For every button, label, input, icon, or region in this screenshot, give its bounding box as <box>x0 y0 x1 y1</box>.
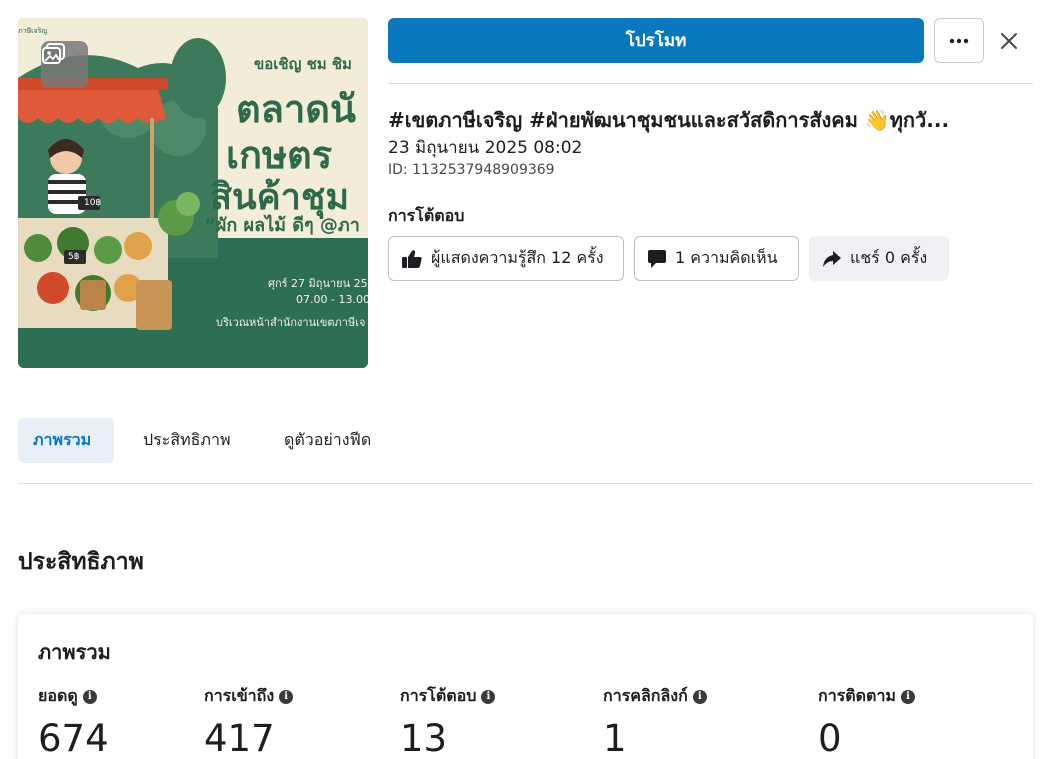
thumbnail-invite-text: ขอเชิญ ชม ชิม <box>254 55 352 73</box>
metric-follows-label: การติดตาม <box>818 686 896 705</box>
reactions-label: ผู้แสดงความรู้สึก 12 ครั้ง <box>431 248 604 267</box>
metric-reach-label: การเข้าถึง <box>204 686 275 705</box>
thumbnail-place: บริเวณหน้าสำนักงานเขตภาษีเจ <box>216 316 366 329</box>
price-tag-1: 10฿ <box>84 198 102 208</box>
thumbnail-time: 07.00 - 13.00 <box>296 293 368 306</box>
gallery-icon <box>41 41 88 88</box>
share-icon <box>823 250 841 267</box>
ellipsis-icon <box>949 38 969 43</box>
post-id: ID: 1132537948909369 <box>388 162 555 178</box>
shares-label: แชร์ 0 ครั้ง <box>850 248 928 267</box>
overview-card-title: ภาพรวม <box>38 640 111 664</box>
post-thumbnail[interactable]: ภาษีเจริญ ขอเชิญ ชม ชิม ตลาดนั เกษตร สิน… <box>18 18 368 368</box>
metric-follows-value: 0 <box>818 717 842 759</box>
tabs-divider <box>18 483 1033 484</box>
info-icon[interactable]: i <box>900 689 915 704</box>
shares-button[interactable]: แชร์ 0 ครั้ง <box>809 236 949 281</box>
engagement-label: การโต้ตอบ <box>388 206 465 225</box>
metric-views-label: ยอดดู <box>38 686 78 705</box>
close-button[interactable] <box>994 22 1024 60</box>
thumbnail-date: ศุกร์ 27 มิถุนายน 25 <box>268 277 368 290</box>
metric-reach: การเข้าถึง i 417 <box>204 684 294 759</box>
price-tag-2: 5฿ <box>68 252 80 262</box>
metric-link-clicks: การคลิกลิงก์ i 1 <box>603 684 707 759</box>
metric-reach-value: 417 <box>204 717 275 759</box>
header-divider <box>388 83 1033 84</box>
metric-link-clicks-value: 1 <box>603 717 627 759</box>
post-date: 23 มิถุนายน 2025 08:02 <box>388 138 583 158</box>
metric-views: ยอดดู i 674 <box>38 684 109 759</box>
reactions-button[interactable]: ผู้แสดงความรู้สึก 12 ครั้ง <box>388 236 624 281</box>
metric-engagement-label: การโต้ตอบ <box>400 686 477 705</box>
post-title: #เขตภาษีเจริญ #ฝ่ายพัฒนาชุมชนและสวัสดิกา… <box>388 108 950 132</box>
thumbnail-quote: “ผัก ผลไม้ ดีๆ @ภา <box>204 215 360 236</box>
close-icon <box>1001 33 1017 49</box>
thumbnail-logo-text: ภาษีเจริญ <box>18 27 48 35</box>
performance-section-title: ประสิทธิภาพ <box>18 549 144 575</box>
metric-views-value: 674 <box>38 717 109 759</box>
info-icon[interactable]: i <box>692 689 707 704</box>
info-icon[interactable]: i <box>481 689 496 704</box>
info-icon[interactable]: i <box>82 689 97 704</box>
more-options-button[interactable] <box>934 18 984 63</box>
tab-performance[interactable]: ประสิทธิภาพ <box>128 418 246 463</box>
tab-feed-preview[interactable]: ดูตัวอย่างฟีด <box>269 418 386 463</box>
thumbs-up-icon <box>402 249 422 268</box>
metric-follows: การติดตาม i 0 <box>818 684 915 759</box>
comments-label: 1 ความคิดเห็น <box>675 248 778 267</box>
metric-engagement-value: 13 <box>400 717 448 759</box>
promote-button[interactable]: โปรโมท <box>388 18 924 63</box>
metric-link-clicks-label: การคลิกลิงก์ <box>603 686 688 705</box>
comment-icon <box>648 249 666 268</box>
tab-overview[interactable]: ภาพรวม <box>18 418 114 463</box>
metric-engagement: การโต้ตอบ i 13 <box>400 684 496 759</box>
info-icon[interactable]: i <box>279 689 294 704</box>
comments-button[interactable]: 1 ความคิดเห็น <box>634 236 799 281</box>
